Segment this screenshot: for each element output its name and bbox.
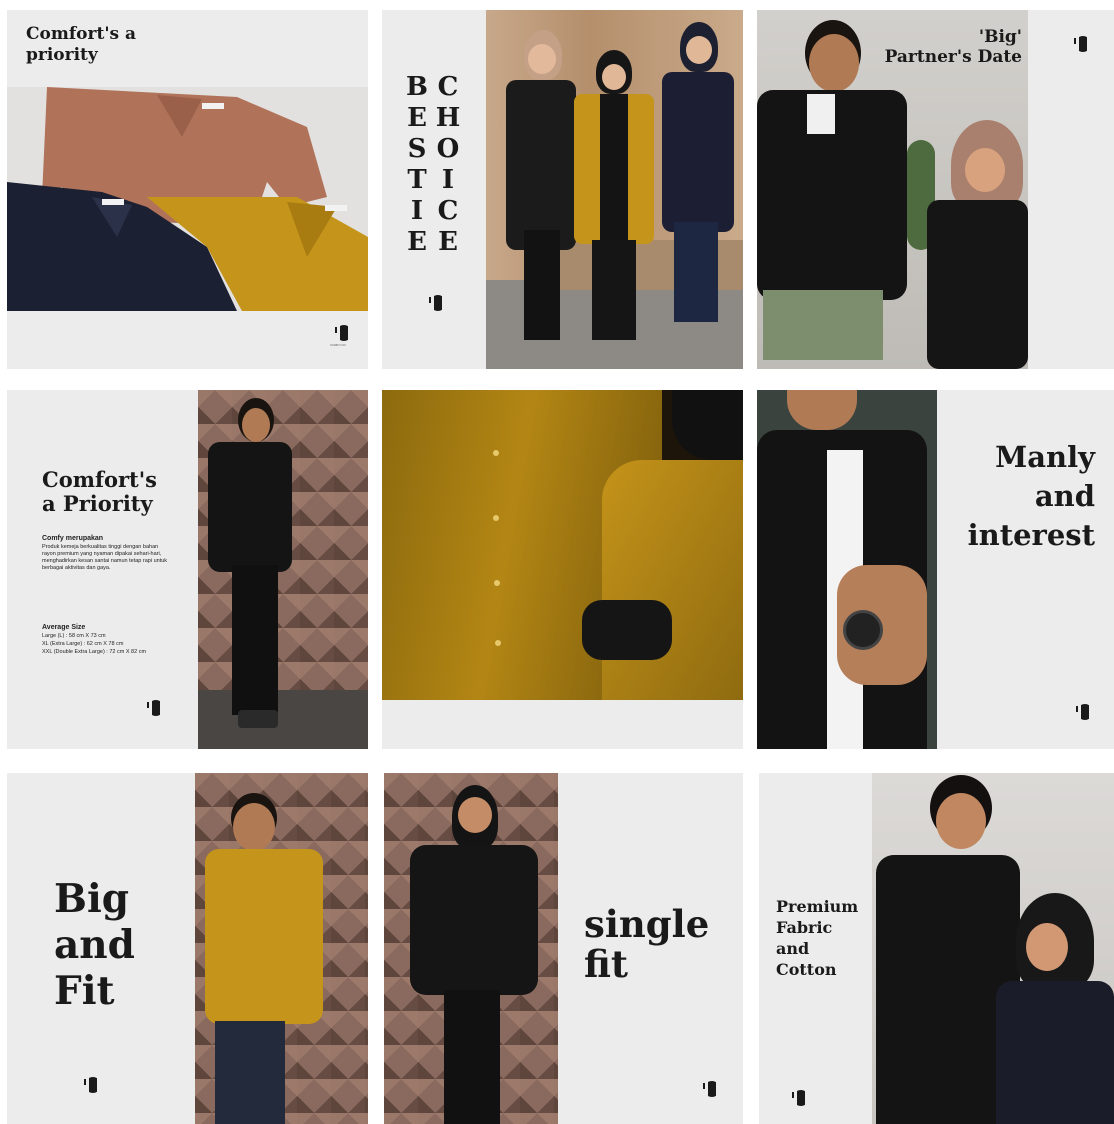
three-friends-photo	[486, 10, 743, 369]
title-line-1: 'Big'	[978, 27, 1022, 47]
tile-single-fit[interactable]: single fit	[384, 773, 743, 1124]
brand-logo-icon	[1069, 702, 1089, 728]
couple-black-outfits-photo	[872, 773, 1114, 1124]
tile-title: Comfort's a priority	[26, 24, 137, 65]
size-heading: Average Size	[42, 624, 86, 631]
tile-premium-fabric[interactable]: Premium Fabric and Cotton	[759, 773, 1114, 1124]
man-black-shirt-photo	[198, 390, 368, 749]
tile-comforts-a-priority[interactable]: Comfort's a priority COMFY.CO	[7, 10, 368, 369]
brand-logo-icon	[785, 1088, 805, 1114]
woman-black-shirt-photo	[384, 773, 558, 1124]
title-line-2: Partner's Date	[884, 47, 1022, 67]
tile-big-and-fit[interactable]: Big and Fit	[7, 773, 368, 1124]
tile-title: Comfort's a Priority	[42, 467, 157, 516]
brand-logo-icon	[1067, 34, 1087, 60]
mustard-shirt-closeup-photo	[382, 390, 743, 700]
man-mustard-shirt-photo	[195, 773, 368, 1124]
tile-title: single fit	[584, 902, 710, 986]
brand-logo-icon: COMFY.CO	[328, 323, 348, 349]
tile-big-partners-date[interactable]: 'Big' Partner's Date	[757, 10, 1114, 369]
size-line: Large (L) : 58 cm X 73 cm	[42, 633, 106, 639]
brand-logo-icon	[140, 698, 160, 724]
tile-bestie-choice[interactable]: B E S T I E C H O I C E	[382, 10, 743, 369]
tile-title: Premium Fabric and Cotton	[776, 897, 859, 979]
tile-manly-and-interest[interactable]: Manly and interest	[757, 390, 1114, 749]
vertical-text-bestie: B E S T I E	[406, 72, 428, 257]
tile-mustard-closeup[interactable]	[382, 390, 743, 749]
tile-title: Big and Fit	[54, 876, 135, 1014]
logo-caption: COMFY.CO	[330, 343, 346, 347]
tile-title: Manly and interest	[967, 440, 1095, 552]
body-text: Produk kemeja berkualitas tinggi dengan …	[42, 544, 168, 571]
brand-logo-icon	[696, 1079, 716, 1105]
brand-logo-icon	[77, 1075, 97, 1101]
size-line: XXL (Double Extra Large) : 72 cm X 82 cm	[42, 649, 147, 655]
tile-size-info[interactable]: Comfort's a Priority Comfy merupakan Pro…	[7, 390, 368, 749]
man-watch-photo	[757, 390, 937, 749]
brand-logo-icon	[422, 293, 442, 319]
shirts-flatlay-photo	[7, 87, 368, 311]
size-line: XL (Extra Large) : 62 cm X 78 cm	[42, 641, 124, 647]
body-heading: Comfy merupakan	[42, 535, 104, 542]
vertical-text-choice: C H O I C E	[435, 72, 461, 257]
